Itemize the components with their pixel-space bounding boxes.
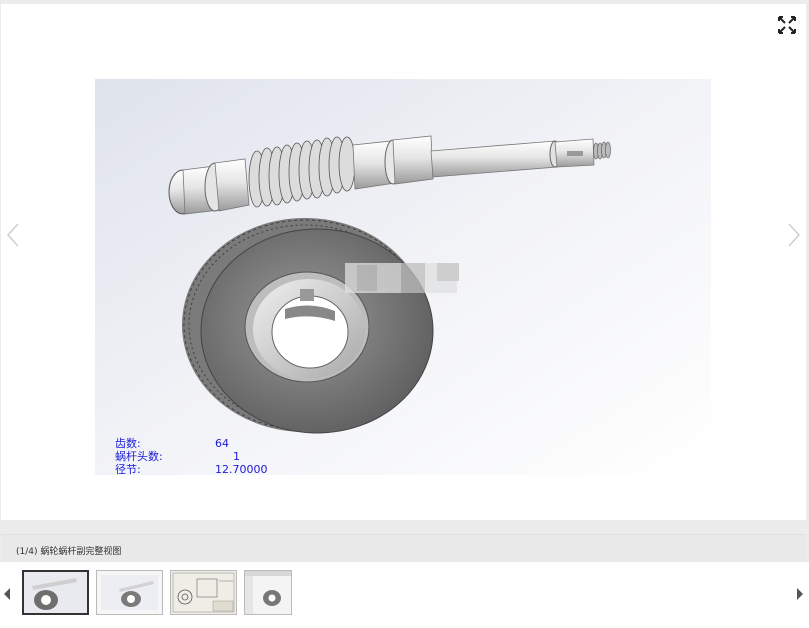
image-stage: 齿数: 64 蜗杆头数: 1 径节: 12.70000 法向径节: 12.724…: [1, 4, 806, 520]
image-caption: (1/4) 蜗轮蜗杆副完整视图: [16, 547, 122, 557]
thumbnail-image: [171, 571, 236, 614]
next-image-button[interactable]: [785, 220, 803, 250]
annotation-label: 径节:: [115, 463, 141, 475]
thumbnail-3[interactable]: [170, 570, 237, 615]
expand-icon: [778, 16, 796, 34]
thumbnail-4[interactable]: [244, 570, 292, 615]
triangle-left-icon: [4, 588, 10, 600]
thumbnail-2[interactable]: [96, 570, 163, 615]
chevron-right-icon: [788, 223, 801, 247]
worm-gear-render: 齿数: 64 蜗杆头数: 1 径节: 12.70000 法向径节: 12.724…: [95, 79, 711, 475]
thumbnail-strip: [0, 562, 809, 628]
thumbnail-prev-button[interactable]: [2, 586, 12, 602]
thumbnail-image: [24, 572, 87, 613]
caption-bar: (1/4) 蜗轮蜗杆副完整视图: [1, 534, 806, 562]
triangle-right-icon: [797, 588, 803, 600]
thumbnail-image: [245, 571, 291, 614]
main-image: 齿数: 64 蜗杆头数: 1 径节: 12.70000 法向径节: 12.724…: [95, 79, 711, 475]
thumbnail-1[interactable]: [22, 570, 89, 615]
annotation-value: 1: [233, 450, 240, 463]
previous-image-button[interactable]: [4, 220, 22, 250]
annotation-label: 法向径节:: [115, 474, 163, 475]
image-viewer: 齿数: 64 蜗杆头数: 1 径节: 12.70000 法向径节: 12.724…: [0, 0, 809, 628]
chevron-left-icon: [6, 223, 19, 247]
thumbnail-next-button[interactable]: [795, 586, 805, 602]
thumbnail-image: [97, 571, 162, 614]
fullscreen-button[interactable]: [776, 14, 798, 36]
annotation-label: 蜗杆头数:: [115, 449, 163, 463]
annotation-value: 64: [215, 437, 229, 450]
annotation-value: 12.70000: [215, 463, 268, 475]
annotation-label: 齿数:: [115, 437, 141, 450]
